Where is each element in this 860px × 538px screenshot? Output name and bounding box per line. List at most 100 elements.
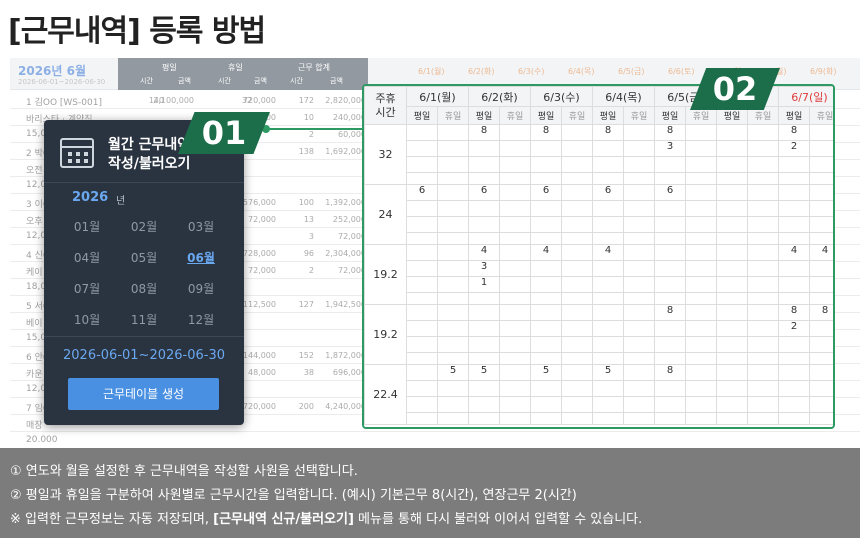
hours-cell[interactable] bbox=[685, 172, 717, 185]
hours-cell[interactable] bbox=[561, 156, 593, 173]
hours-cell[interactable] bbox=[747, 200, 779, 217]
hours-cell[interactable] bbox=[561, 336, 593, 353]
hours-cell[interactable] bbox=[468, 320, 500, 337]
hours-cell[interactable] bbox=[437, 292, 469, 305]
hours-cell[interactable] bbox=[809, 396, 833, 413]
hours-cell[interactable] bbox=[747, 320, 779, 337]
month-option[interactable]: 01월 bbox=[67, 218, 107, 235]
hours-cell[interactable] bbox=[561, 412, 593, 425]
hours-cell[interactable] bbox=[809, 260, 833, 277]
hours-cell[interactable] bbox=[499, 200, 531, 217]
hours-cell[interactable] bbox=[623, 172, 655, 185]
hours-cell[interactable] bbox=[437, 396, 469, 413]
month-option[interactable]: 04월 bbox=[67, 249, 107, 266]
hours-cell[interactable]: 8 bbox=[592, 124, 624, 141]
hours-cell[interactable]: 3 bbox=[468, 260, 500, 277]
hours-cell[interactable] bbox=[561, 364, 593, 381]
hours-cell[interactable]: 4 bbox=[468, 244, 500, 261]
hours-cell[interactable] bbox=[530, 320, 562, 337]
hours-cell[interactable] bbox=[499, 184, 531, 201]
hours-cell[interactable] bbox=[747, 124, 779, 141]
hours-cell[interactable] bbox=[468, 396, 500, 413]
hours-cell[interactable]: 6 bbox=[654, 184, 686, 201]
hours-cell[interactable] bbox=[809, 232, 833, 245]
hours-cell[interactable] bbox=[685, 140, 717, 157]
hours-cell[interactable] bbox=[499, 364, 531, 381]
hours-cell[interactable] bbox=[592, 336, 624, 353]
hours-cell[interactable] bbox=[592, 276, 624, 293]
hours-cell[interactable] bbox=[592, 304, 624, 321]
hours-cell[interactable] bbox=[716, 304, 748, 321]
hours-cell[interactable] bbox=[809, 156, 833, 173]
hours-cell[interactable] bbox=[437, 156, 469, 173]
hours-cell[interactable]: 4 bbox=[530, 244, 562, 261]
hours-cell[interactable] bbox=[809, 276, 833, 293]
hours-cell[interactable] bbox=[468, 336, 500, 353]
hours-cell[interactable] bbox=[437, 412, 469, 425]
hours-cell[interactable] bbox=[592, 412, 624, 425]
hours-cell[interactable] bbox=[809, 216, 833, 233]
hours-cell[interactable] bbox=[778, 292, 810, 305]
hours-cell[interactable] bbox=[561, 184, 593, 201]
hours-cell[interactable] bbox=[623, 352, 655, 365]
hours-cell[interactable] bbox=[747, 396, 779, 413]
hours-cell[interactable]: 8 bbox=[468, 124, 500, 141]
hours-cell[interactable] bbox=[747, 184, 779, 201]
hours-cell[interactable] bbox=[530, 140, 562, 157]
hours-cell[interactable] bbox=[561, 216, 593, 233]
hours-cell[interactable] bbox=[530, 396, 562, 413]
hours-cell[interactable] bbox=[747, 172, 779, 185]
hours-cell[interactable] bbox=[623, 320, 655, 337]
hours-cell[interactable] bbox=[716, 396, 748, 413]
hours-cell[interactable] bbox=[561, 232, 593, 245]
hours-cell[interactable] bbox=[437, 276, 469, 293]
hours-cell[interactable] bbox=[685, 260, 717, 277]
hours-cell[interactable] bbox=[623, 336, 655, 353]
hours-cell[interactable] bbox=[406, 396, 438, 413]
hours-cell[interactable] bbox=[406, 320, 438, 337]
hours-cell[interactable] bbox=[499, 276, 531, 293]
hours-cell[interactable] bbox=[654, 156, 686, 173]
hours-cell[interactable] bbox=[499, 216, 531, 233]
hours-cell[interactable] bbox=[809, 172, 833, 185]
hours-cell[interactable] bbox=[406, 292, 438, 305]
hours-cell[interactable] bbox=[685, 304, 717, 321]
hours-cell[interactable] bbox=[499, 352, 531, 365]
hours-cell[interactable] bbox=[778, 352, 810, 365]
hours-cell[interactable] bbox=[468, 200, 500, 217]
hours-cell[interactable] bbox=[623, 156, 655, 173]
hours-cell[interactable] bbox=[499, 412, 531, 425]
hours-cell[interactable] bbox=[437, 320, 469, 337]
hours-cell[interactable] bbox=[406, 412, 438, 425]
hours-cell[interactable] bbox=[747, 156, 779, 173]
hours-cell[interactable] bbox=[778, 184, 810, 201]
hours-cell[interactable] bbox=[530, 352, 562, 365]
hours-cell[interactable] bbox=[592, 380, 624, 397]
hours-cell[interactable] bbox=[499, 320, 531, 337]
hours-cell[interactable] bbox=[499, 124, 531, 141]
hours-cell[interactable] bbox=[778, 364, 810, 381]
hours-cell[interactable] bbox=[685, 336, 717, 353]
hours-cell[interactable] bbox=[685, 184, 717, 201]
hours-cell[interactable] bbox=[561, 292, 593, 305]
hours-cell[interactable] bbox=[778, 396, 810, 413]
hours-cell[interactable] bbox=[499, 336, 531, 353]
hours-cell[interactable] bbox=[437, 124, 469, 141]
hours-cell[interactable]: 6 bbox=[468, 184, 500, 201]
hours-cell[interactable] bbox=[530, 412, 562, 425]
hours-cell[interactable] bbox=[406, 156, 438, 173]
hours-cell[interactable] bbox=[685, 320, 717, 337]
month-option[interactable]: 08월 bbox=[124, 280, 164, 297]
hours-cell[interactable] bbox=[654, 260, 686, 277]
hours-cell[interactable] bbox=[685, 200, 717, 217]
hours-cell[interactable] bbox=[530, 200, 562, 217]
hours-cell[interactable] bbox=[716, 200, 748, 217]
hours-cell[interactable] bbox=[716, 140, 748, 157]
hours-cell[interactable] bbox=[406, 276, 438, 293]
hours-cell[interactable]: 6 bbox=[530, 184, 562, 201]
hours-cell[interactable]: 8 bbox=[654, 304, 686, 321]
hours-cell[interactable] bbox=[437, 216, 469, 233]
hours-cell[interactable] bbox=[406, 336, 438, 353]
hours-cell[interactable] bbox=[437, 244, 469, 261]
hours-cell[interactable] bbox=[778, 336, 810, 353]
